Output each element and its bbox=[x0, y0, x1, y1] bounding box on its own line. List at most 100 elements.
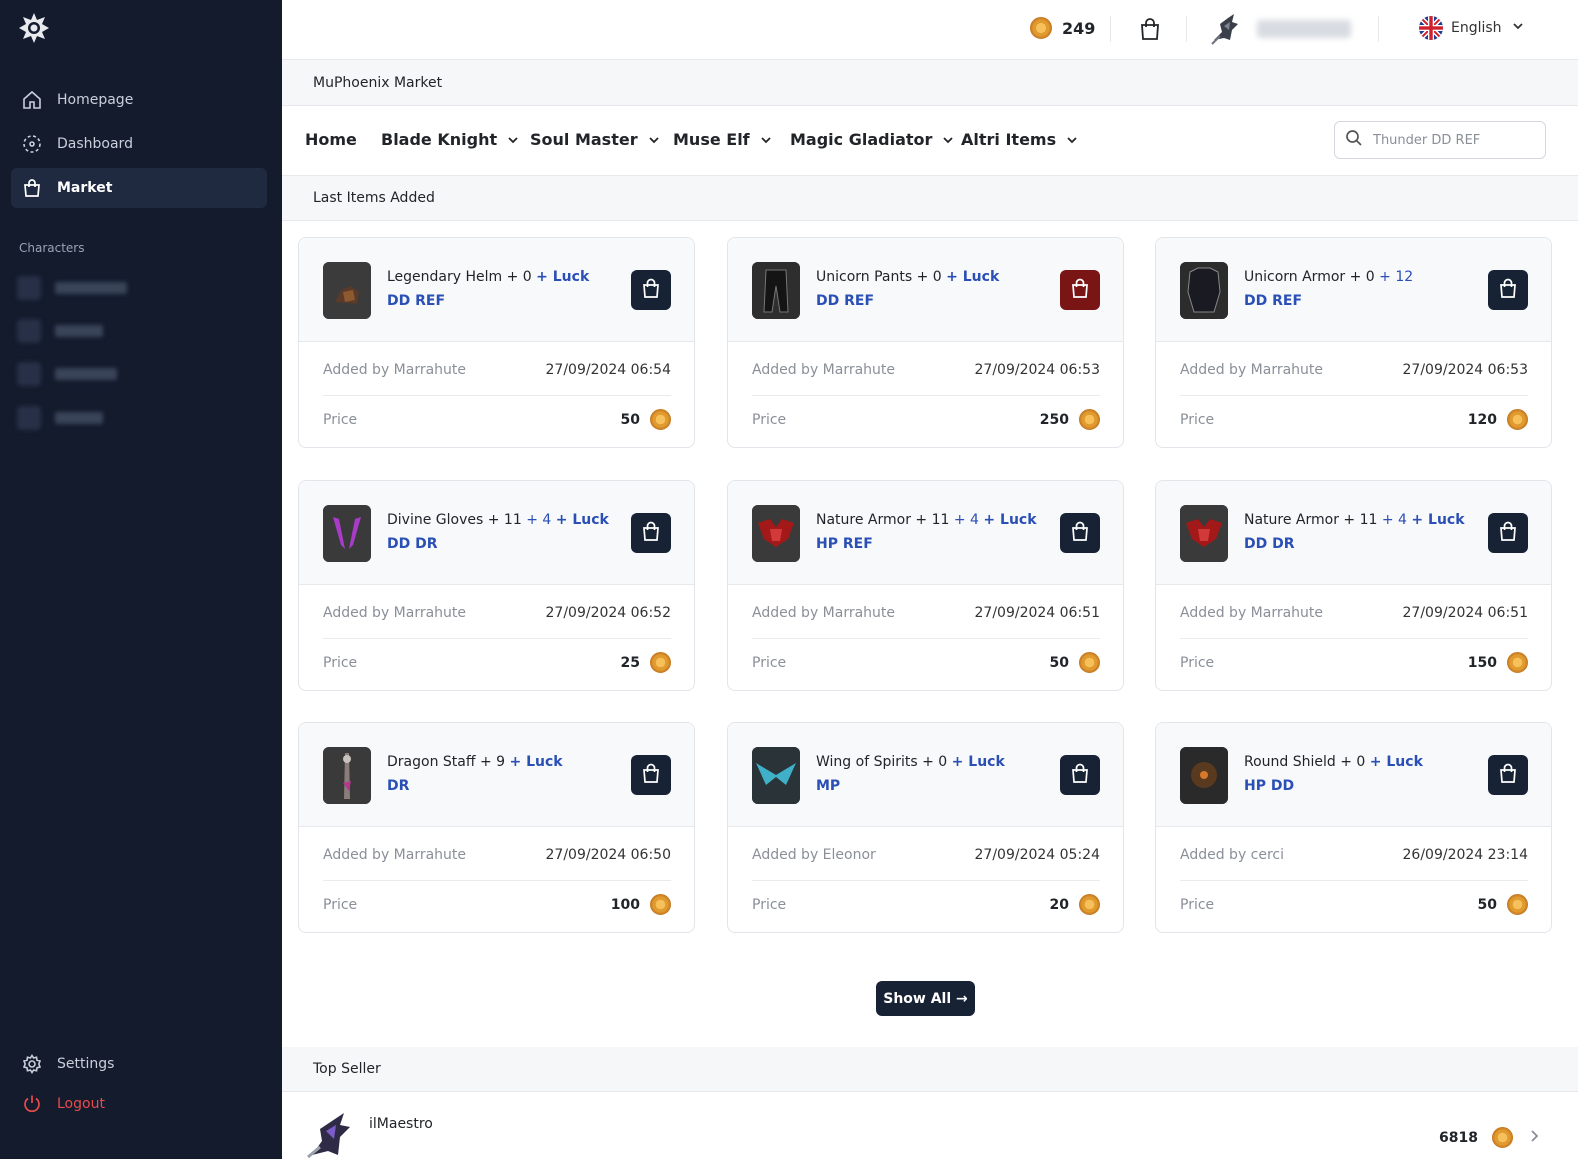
item-luck: + Luck bbox=[509, 754, 562, 770]
item-meta-row: Added by Marrahute 27/09/2024 06:53 bbox=[1180, 362, 1528, 378]
cart-icon[interactable] bbox=[1139, 17, 1161, 41]
item-card[interactable]: Dragon Staff + 9 + Luck DR Added by Marrah… bbox=[298, 722, 695, 933]
item-base-name: Wing of Spirits + 0 bbox=[816, 754, 948, 770]
category-label: Home bbox=[305, 130, 357, 149]
item-price: 250 bbox=[1040, 409, 1100, 430]
item-name: Unicorn Pants + 0 + Luck bbox=[816, 269, 999, 285]
item-addon: + 4 bbox=[526, 512, 552, 528]
item-card[interactable]: Unicorn Armor + 0 + 12 DD REF Added by Ma… bbox=[1155, 237, 1552, 448]
item-date: 27/09/2024 06:53 bbox=[1402, 362, 1529, 378]
item-price-row: Price 50 bbox=[323, 409, 671, 430]
item-date: 27/09/2024 06:51 bbox=[1402, 605, 1529, 621]
character-item[interactable] bbox=[17, 362, 117, 386]
item-thumbnail bbox=[1180, 747, 1228, 804]
item-name: Round Shield + 0 + Luck bbox=[1244, 754, 1423, 770]
item-options: DR bbox=[387, 778, 410, 794]
user-avatar[interactable] bbox=[1210, 12, 1242, 46]
chevron-right-icon[interactable] bbox=[1528, 1129, 1540, 1143]
item-price-row: Price 50 bbox=[752, 652, 1100, 673]
chevron-down-icon bbox=[508, 136, 518, 143]
buy-button[interactable] bbox=[631, 270, 671, 310]
sidebar-item-homepage[interactable]: Homepage bbox=[11, 80, 267, 120]
character-item[interactable] bbox=[17, 319, 103, 343]
item-added-by: Added by Eleonor bbox=[752, 847, 876, 863]
buy-button[interactable] bbox=[1060, 270, 1100, 310]
category-blade-knight[interactable]: Blade Knight bbox=[381, 130, 519, 149]
site-logo[interactable] bbox=[18, 12, 50, 44]
item-luck: + Luck bbox=[1411, 512, 1464, 528]
section-title: Top Seller bbox=[313, 1061, 381, 1077]
search-box[interactable] bbox=[1334, 121, 1546, 159]
category-home[interactable]: Home bbox=[305, 130, 357, 149]
sidebar-item-label: Settings bbox=[57, 1056, 115, 1072]
item-luck-label: + Luck bbox=[1411, 512, 1465, 528]
category-altri-items[interactable]: Altri Items bbox=[961, 130, 1078, 149]
buy-button[interactable] bbox=[1488, 755, 1528, 795]
item-card[interactable]: Nature Armor + 11 + 4 + Luck DD DR Added b… bbox=[1155, 480, 1552, 691]
item-card[interactable]: Unicorn Pants + 0 + Luck DD REF Added by M… bbox=[727, 237, 1124, 448]
coin-icon bbox=[650, 409, 671, 430]
item-addon: + 4 bbox=[1381, 512, 1407, 528]
chevron-down-icon bbox=[943, 136, 954, 143]
item-price-row: Price 150 bbox=[1180, 652, 1528, 673]
buy-button[interactable] bbox=[631, 513, 671, 553]
search-input[interactable] bbox=[1373, 132, 1533, 148]
logout-button[interactable]: Logout bbox=[11, 1084, 267, 1124]
character-item[interactable] bbox=[17, 276, 127, 300]
show-all-button[interactable]: Show All → bbox=[876, 981, 975, 1016]
price-label: Price bbox=[1180, 411, 1215, 428]
divider bbox=[323, 395, 671, 396]
item-card[interactable]: Divine Gloves + 11 + 4 + Luck DD DR Added … bbox=[298, 480, 695, 691]
item-price-row: Price 25 bbox=[323, 652, 671, 673]
buy-button[interactable] bbox=[1060, 513, 1100, 553]
top-seller-row[interactable]: ilMaestro 6818 bbox=[282, 1093, 1578, 1159]
item-luck: + Luck bbox=[536, 269, 589, 285]
avatar bbox=[17, 276, 41, 300]
character-item[interactable] bbox=[17, 406, 103, 430]
item-card[interactable]: Round Shield + 0 + Luck HP DD Added by cer… bbox=[1155, 722, 1552, 933]
category-magic-gladiator[interactable]: Magic Gladiator bbox=[790, 130, 954, 149]
category-muse-elf[interactable]: Muse Elf bbox=[673, 130, 772, 149]
item-name: Nature Armor + 11 + 4 + Luck bbox=[816, 512, 1037, 528]
sidebar-item-settings[interactable]: Settings bbox=[11, 1044, 267, 1084]
buy-button[interactable] bbox=[1488, 513, 1528, 553]
sidebar-item-label: Homepage bbox=[57, 92, 134, 108]
item-card[interactable]: Legendary Helm + 0 + Luck DD REF Added by … bbox=[298, 237, 695, 448]
category-label: Muse Elf bbox=[673, 130, 750, 149]
item-card-header: Dragon Staff + 9 + Luck DR bbox=[299, 723, 694, 827]
item-card[interactable]: Nature Armor + 11 + 4 + Luck HP REF Added … bbox=[727, 480, 1124, 691]
item-card[interactable]: Wing of Spirits + 0 + Luck MP Added by Ele… bbox=[727, 722, 1124, 933]
sidebar-item-dashboard[interactable]: Dashboard bbox=[11, 124, 267, 164]
item-price-row: Price 20 bbox=[752, 894, 1100, 915]
item-meta-row: Added by cerci 26/09/2024 23:14 bbox=[1180, 847, 1528, 863]
buy-button[interactable] bbox=[1488, 270, 1528, 310]
item-thumbnail bbox=[1180, 262, 1228, 319]
item-added-by: Added by Marrahute bbox=[323, 847, 467, 863]
price-label: Price bbox=[752, 411, 787, 428]
uk-flag-icon bbox=[1419, 16, 1443, 40]
item-addon: + 12 bbox=[1379, 269, 1414, 285]
item-price: 20 bbox=[1050, 894, 1100, 915]
item-added-by: Added by Marrahute bbox=[1180, 362, 1324, 378]
category-soul-master[interactable]: Soul Master bbox=[530, 130, 660, 149]
dashboard-icon bbox=[21, 133, 43, 155]
item-thumbnail bbox=[752, 747, 800, 804]
item-luck-label: + Luck bbox=[951, 754, 1005, 770]
breadcrumb: MuPhoenix Market bbox=[282, 60, 1578, 106]
item-base-name: Round Shield + 0 bbox=[1244, 754, 1366, 770]
category-label: Altri Items bbox=[961, 130, 1057, 149]
language-selector[interactable]: English bbox=[1419, 16, 1524, 40]
item-name: Dragon Staff + 9 + Luck bbox=[387, 754, 563, 770]
item-base-name: Unicorn Armor + 0 bbox=[1244, 269, 1375, 285]
item-meta-row: Added by Marrahute 27/09/2024 06:54 bbox=[323, 362, 671, 378]
item-price-value: 20 bbox=[1049, 896, 1069, 913]
sidebar-item-market[interactable]: Market bbox=[11, 168, 267, 208]
price-label: Price bbox=[752, 896, 787, 913]
buy-button[interactable] bbox=[631, 755, 671, 795]
item-added-by: Added by Marrahute bbox=[752, 362, 896, 378]
buy-button[interactable] bbox=[1060, 755, 1100, 795]
avatar bbox=[17, 362, 41, 386]
chevron-down-icon bbox=[648, 136, 659, 143]
coin-balance: 249 bbox=[1030, 17, 1095, 39]
gear-icon bbox=[21, 1053, 43, 1075]
